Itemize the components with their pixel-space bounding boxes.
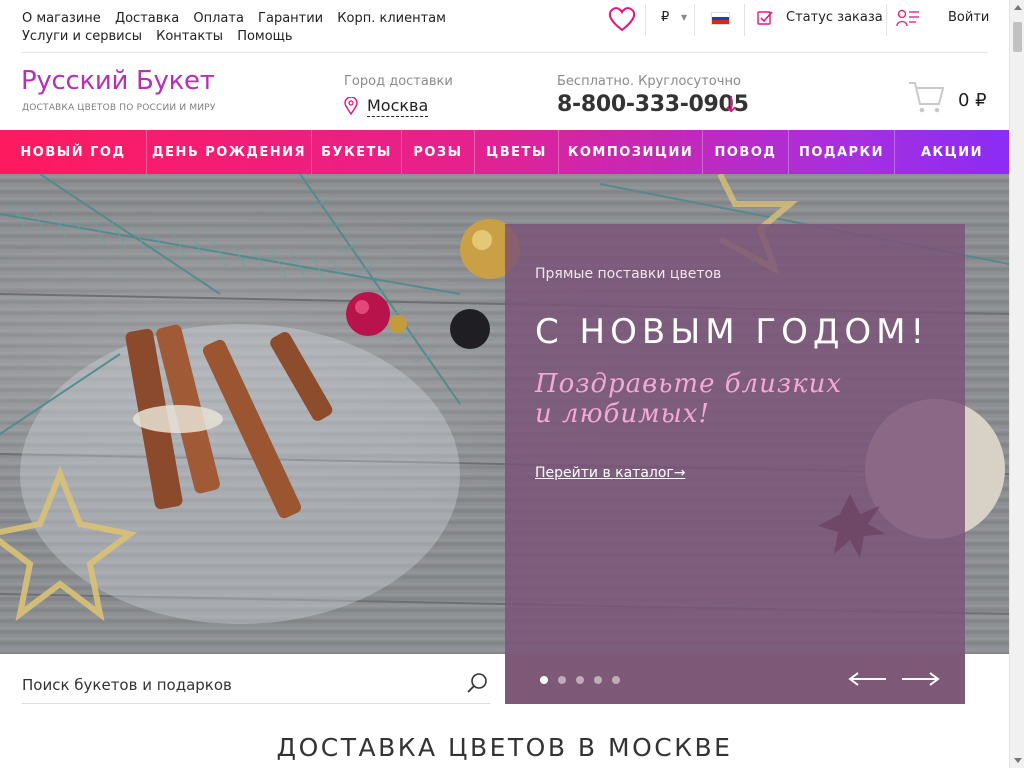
nav-item-gifts[interactable]: ПОДАРКИ (789, 130, 895, 174)
divider (22, 52, 988, 53)
top-link-contacts[interactable]: Контакты (156, 28, 223, 46)
hero-subtitle: Поздравьте близких и любимых! (535, 369, 843, 429)
search-input[interactable] (22, 674, 452, 696)
user-list-icon[interactable] (896, 9, 920, 27)
catalog-link[interactable]: Перейти в каталог→ (535, 465, 686, 481)
search-bar (22, 666, 490, 704)
scrollbar[interactable] (1009, 0, 1024, 768)
nav-item-bouquets[interactable]: БУКЕТЫ (312, 130, 402, 174)
top-link-delivery[interactable]: Доставка (115, 10, 179, 28)
nav-item-compositions[interactable]: КОМПОЗИЦИИ (559, 130, 703, 174)
phone-label: Бесплатно. Круглосуточно (557, 74, 741, 89)
hero-pretitle: Прямые поставки цветов (535, 266, 722, 282)
hero-panel (505, 224, 965, 654)
scrollbar-thumb[interactable] (1013, 22, 1022, 52)
slider-controls (505, 654, 965, 704)
top-link-corporate[interactable]: Корп. клиентам (337, 10, 446, 28)
slider-dot[interactable] (576, 676, 584, 684)
slider-dot[interactable] (594, 676, 602, 684)
logo-subtitle: ДОСТАВКА ЦВЕТОВ ПО РОССИИ И МИРУ (22, 103, 216, 113)
top-links: О магазине Доставка Оплата Гарантии Корп… (22, 10, 582, 46)
nav-item-flowers[interactable]: ЦВЕТЫ (475, 130, 559, 174)
top-link-about[interactable]: О магазине (22, 10, 101, 28)
map-pin-icon (344, 97, 358, 115)
nav-item-birthday[interactable]: ДЕНЬ РОЖДЕНИЯ (147, 130, 312, 174)
top-bar: О магазине Доставка Оплата Гарантии Корп… (0, 0, 1009, 52)
cart-icon[interactable] (908, 80, 944, 114)
divider (645, 4, 646, 36)
city-selector[interactable]: Москва (367, 96, 429, 117)
checkbox-icon (757, 11, 773, 25)
divider (694, 4, 695, 36)
flag-ru-icon[interactable] (711, 12, 730, 25)
arrow-right-icon[interactable] (900, 671, 940, 687)
slider-dot[interactable] (558, 676, 566, 684)
top-link-guarantees[interactable]: Гарантии (258, 10, 323, 28)
cart-total[interactable]: 0 ₽ (958, 90, 987, 111)
divider (744, 4, 745, 36)
search-icon[interactable] (466, 672, 488, 694)
scroll-up-icon[interactable] (1014, 5, 1022, 10)
nav-item-occasion[interactable]: ПОВОД (703, 130, 789, 174)
city-label: Город доставки (344, 74, 453, 89)
currency-selector[interactable]: ₽ (661, 10, 669, 25)
hero-banner[interactable]: Прямые поставки цветов С НОВЫМ ГОДОМ! По… (0, 174, 1009, 654)
top-link-help[interactable]: Помощь (237, 28, 292, 46)
slider-dot[interactable] (540, 676, 548, 684)
order-status-link[interactable]: Статус заказа (786, 10, 883, 25)
divider (886, 4, 887, 36)
login-link[interactable]: Войти (948, 10, 989, 25)
logo-title[interactable]: Русский Букет (21, 66, 215, 96)
hero-title: С НОВЫМ ГОДОМ! (535, 312, 930, 352)
phone-number[interactable]: 8-800-333-0905 (557, 92, 749, 117)
section-title: ДОСТАВКА ЦВЕТОВ В МОСКВЕ (276, 733, 733, 762)
nav-item-new-year[interactable]: НОВЫЙ ГОД (0, 130, 147, 174)
heart-icon[interactable] (608, 6, 636, 32)
top-link-payment[interactable]: Оплата (193, 10, 244, 28)
nav-item-sales[interactable]: АКЦИИ (895, 130, 1009, 174)
nav-item-roses[interactable]: РОЗЫ (402, 130, 475, 174)
arrow-left-icon[interactable] (848, 671, 888, 687)
arrow-down-icon: ↓ (722, 93, 741, 118)
chevron-down-icon[interactable]: ▼ (681, 13, 687, 22)
slider-dot[interactable] (612, 676, 620, 684)
top-link-services[interactable]: Услуги и сервисы (22, 28, 142, 46)
scroll-down-icon[interactable] (1014, 758, 1022, 763)
main-nav: НОВЫЙ ГОД ДЕНЬ РОЖДЕНИЯ БУКЕТЫ РОЗЫ ЦВЕТ… (0, 130, 1009, 174)
